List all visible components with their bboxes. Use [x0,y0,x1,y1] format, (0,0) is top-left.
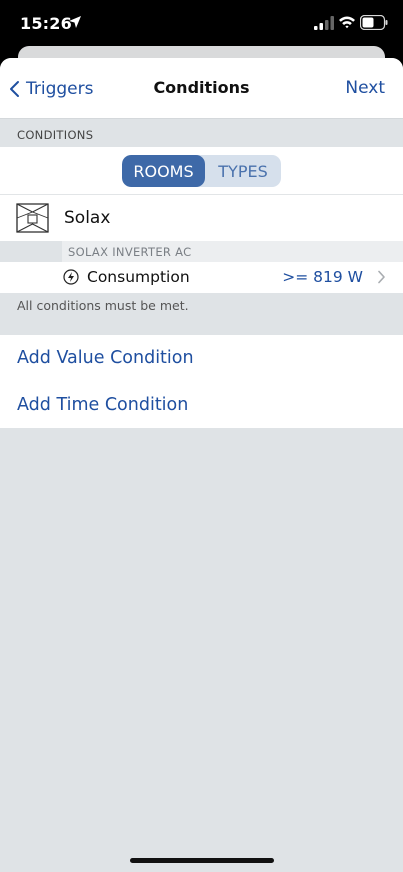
status-time: 15:26 [20,14,72,33]
conditions-sheet: Triggers Conditions Next CONDITIONS ROOM… [0,58,403,872]
wifi-icon [339,16,355,29]
battery-icon [360,15,388,30]
location-arrow-icon [69,16,81,28]
device-group-header: SOLAX INVERTER AC [62,241,403,262]
segmented-control: ROOMS TYPES [122,155,281,187]
segmented-control-row: ROOMS TYPES [0,147,403,195]
cellular-signal-icon [314,16,334,30]
navigation-bar: Triggers Conditions Next [0,58,403,119]
inverter-icon [16,203,49,233]
condition-label: Consumption [87,268,190,286]
device-group-header-label: SOLAX INVERTER AC [68,245,192,259]
section-header-label: CONDITIONS [17,128,94,142]
segment-types[interactable]: TYPES [205,155,281,187]
next-button[interactable]: Next [345,78,385,98]
page-title: Conditions [153,78,250,97]
status-bar: 15:26 [0,0,403,48]
actions-list: Add Value Condition Add Time Condition [0,335,403,428]
condition-row-consumption[interactable]: Consumption >= 819 W [0,262,403,293]
segment-rooms[interactable]: ROOMS [122,155,205,187]
section-header: CONDITIONS [0,119,403,147]
conditions-footer-note: All conditions must be met. [17,298,189,313]
chevron-right-icon [378,270,385,284]
condition-value: >= 819 W [282,268,363,286]
add-value-condition-button[interactable]: Add Value Condition [17,348,194,368]
add-time-condition-button[interactable]: Add Time Condition [17,395,188,415]
home-indicator[interactable] [130,858,274,863]
device-name: Solax [64,208,111,228]
device-row: Solax [0,195,403,241]
lightning-icon [63,269,79,285]
